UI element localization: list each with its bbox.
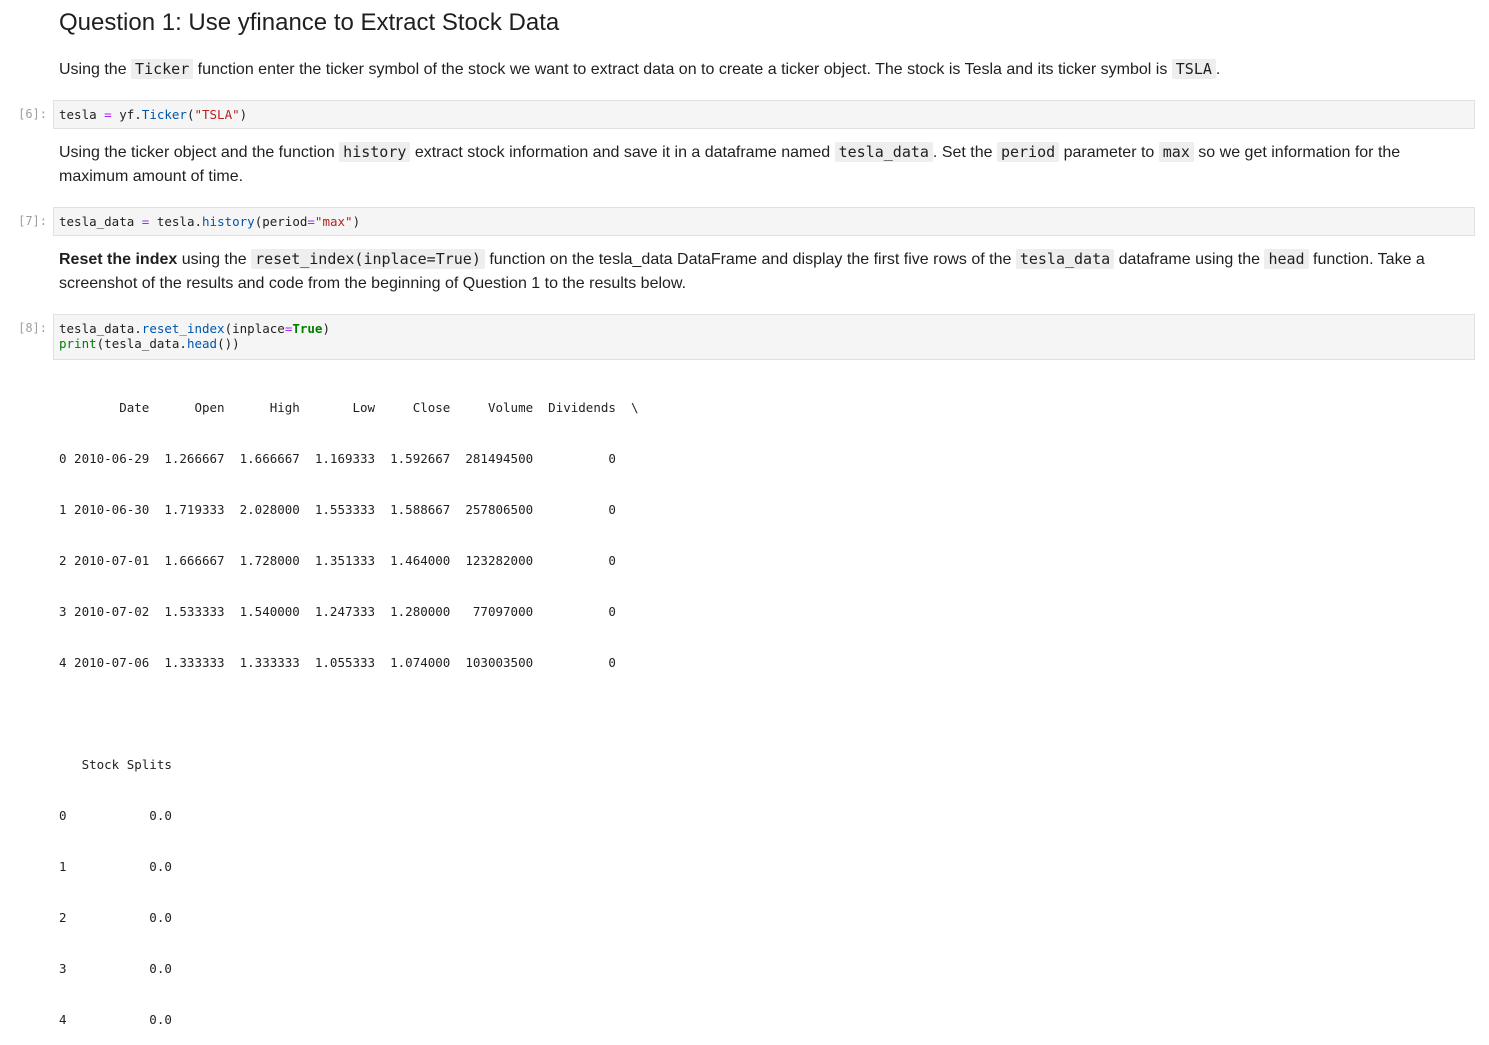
text: parameter to — [1059, 144, 1159, 161]
markdown-paragraph-ticker: Using the Ticker function enter the tick… — [59, 57, 1469, 82]
code-string: "TSLA" — [194, 107, 240, 122]
markdown-paragraph-history: Using the ticker object and the function… — [59, 140, 1469, 189]
code-operator: = — [104, 107, 112, 122]
text: using the — [177, 251, 252, 268]
inline-code: period — [996, 142, 1060, 162]
code-token: tesla — [59, 107, 105, 122]
code-token: ) — [239, 107, 248, 122]
code-token: tesla_data. — [59, 321, 142, 336]
cell-prompt-7: [7]: — [18, 214, 47, 228]
code-token: (period — [254, 214, 308, 229]
code-cell-7[interactable]: tesla_data = tesla.history(period="max") — [53, 207, 1475, 236]
code-cell-6[interactable]: tesla = yf.Ticker("TSLA") — [53, 100, 1475, 129]
code-token: ()) — [217, 336, 240, 351]
output-line: 3 2010-07-02 1.533333 1.540000 1.247333 … — [59, 604, 616, 619]
output-line: Stock Splits — [59, 757, 172, 772]
code-token: yf. — [111, 107, 142, 122]
output-line: 1 2010-06-30 1.719333 2.028000 1.553333 … — [59, 502, 616, 517]
cell-output-8: Date Open High Low Close Volume Dividend… — [59, 365, 638, 1045]
page-heading: Question 1: Use yfinance to Extract Stoc… — [59, 9, 560, 36]
output-line: 1 0.0 — [59, 859, 172, 874]
bold-text: Reset the index — [59, 251, 178, 268]
code-token: ) — [322, 321, 330, 336]
inline-code: tesla_data — [1015, 249, 1115, 269]
code-token: (tesla_data. — [96, 336, 187, 351]
text: Using the — [59, 61, 132, 78]
inline-code: history — [339, 142, 411, 162]
inline-code: Ticker — [131, 59, 194, 79]
cell-prompt-6: [6]: — [18, 107, 47, 121]
code-string: "max" — [314, 214, 353, 229]
code-builtin: print — [59, 336, 97, 351]
output-line: 0 2010-06-29 1.266667 1.666667 1.169333 … — [59, 451, 616, 466]
text: dataframe using the — [1114, 251, 1265, 268]
code-operator: = — [307, 214, 315, 229]
text: function enter the ticker symbol of the … — [193, 61, 1172, 78]
output-line: 2 2010-07-01 1.666667 1.728000 1.351333 … — [59, 553, 616, 568]
text: function on the tesla_data DataFrame and… — [484, 251, 1016, 268]
inline-code: TSLA — [1171, 59, 1216, 79]
text: Using the ticker object and the function — [59, 144, 340, 161]
code-token: (inplace — [224, 321, 285, 336]
code-token: ) — [352, 214, 361, 229]
inline-code: max — [1158, 142, 1194, 162]
text: . — [1215, 61, 1221, 78]
code-token: tesla. — [149, 214, 203, 229]
text: . Set the — [932, 144, 997, 161]
output-line: 3 0.0 — [59, 961, 172, 976]
code-keyword: True — [292, 321, 323, 336]
output-line: 4 0.0 — [59, 1012, 172, 1027]
inline-code: tesla_data — [834, 142, 933, 162]
cell-prompt-8: [8]: — [18, 321, 47, 335]
code-function: head — [186, 336, 218, 351]
inline-code: reset_index(inplace=True) — [251, 249, 485, 269]
code-token: tesla_data — [59, 214, 142, 229]
code-function: Ticker — [141, 107, 187, 122]
output-line: 4 2010-07-06 1.333333 1.333333 1.055333 … — [59, 655, 616, 670]
code-cell-8[interactable]: tesla_data.reset_index(inplace=True) pri… — [53, 314, 1475, 360]
code-function: reset_index — [141, 321, 225, 336]
output-line: Date Open High Low Close Volume Dividend… — [59, 400, 639, 415]
code-function: history — [202, 214, 255, 229]
output-line: 0 0.0 — [59, 808, 172, 823]
text: extract stock information and save it in… — [410, 144, 835, 161]
markdown-paragraph-reset-index: Reset the index using the reset_index(in… — [59, 247, 1469, 296]
output-line: 2 0.0 — [59, 910, 172, 925]
inline-code: head — [1264, 249, 1309, 269]
